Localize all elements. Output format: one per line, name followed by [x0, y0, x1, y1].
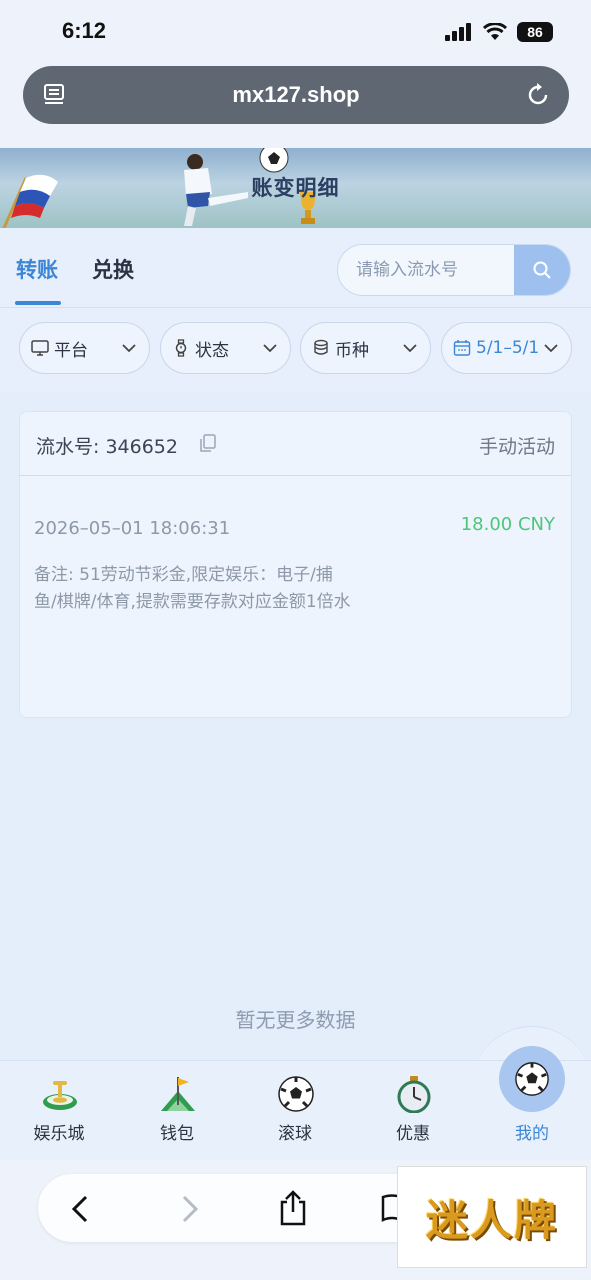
nav-item-wallet[interactable]: 钱包	[118, 1061, 236, 1161]
search-icon	[533, 261, 551, 279]
url-text: mx127.shop	[232, 82, 360, 107]
back-icon[interactable]	[70, 1194, 90, 1224]
transaction-amount: 18.00 CNY	[460, 514, 555, 535]
nav-item-promotions[interactable]: 优惠	[354, 1061, 472, 1161]
chevron-down-icon	[544, 344, 558, 353]
nav-label-live: 滚球	[278, 1124, 312, 1144]
casino-icon	[43, 1081, 77, 1110]
tab-active-indicator	[15, 301, 61, 305]
nav-item-live[interactable]: 滚球	[236, 1061, 354, 1161]
empty-state-text: 暂无更多数据	[235, 1008, 356, 1032]
nav-label-promotions: 优惠	[396, 1124, 430, 1144]
transaction-card: 流水号: 346652 手动活动 2026–05–01 18:06:31 18.…	[19, 411, 572, 718]
nav-item-casino[interactable]: 娱乐城	[0, 1061, 118, 1161]
nav-label-profile: 我的	[515, 1124, 549, 1144]
serial-number: 流水号: 346652	[36, 436, 178, 458]
status-bar: 6:12 86	[0, 0, 591, 62]
transaction-time: 2026–05–01 18:06:31	[34, 518, 231, 539]
search-box	[337, 244, 571, 296]
watermark-text: 迷人牌	[425, 1195, 558, 1245]
flag-icon	[161, 1077, 195, 1111]
browser-top-bar: mx127.shop	[0, 62, 591, 148]
wifi-icon	[483, 23, 507, 40]
filter-status-label: 状态	[195, 340, 229, 361]
activity-type: 手动活动	[478, 436, 555, 458]
watch-icon	[171, 338, 191, 358]
transaction-remark: 备注: 51劳动节彩金,限定娱乐：电子/捕鱼/棋牌/体育,提款需要存款对应金额1…	[34, 565, 351, 612]
tab-transfer[interactable]: 转账	[16, 254, 58, 284]
filter-currency-label: 币种	[335, 340, 369, 361]
card-header: 流水号: 346652 手动活动	[20, 412, 571, 476]
filter-platform[interactable]: 平台	[19, 322, 150, 374]
filter-date-range[interactable]: 5/1–5/1	[441, 322, 572, 374]
nav-active-indicator[interactable]	[499, 1046, 565, 1112]
monitor-icon	[30, 338, 50, 358]
status-time: 6:12	[62, 18, 107, 43]
filter-status[interactable]: 状态	[160, 322, 291, 374]
filter-date-label: 5/1–5/1	[476, 338, 540, 358]
reload-icon[interactable]	[525, 82, 551, 108]
chevron-down-icon	[122, 344, 136, 353]
address-bar[interactable]: mx127.shop	[23, 66, 569, 124]
forward-icon[interactable]	[180, 1194, 200, 1224]
coins-icon	[311, 338, 331, 358]
page-banner: 账变明细	[0, 148, 591, 228]
soccer-ball-icon	[515, 1062, 549, 1096]
stopwatch-icon	[397, 1076, 431, 1113]
signal-icon	[445, 23, 471, 41]
search-input[interactable]	[338, 245, 516, 295]
nav-label-wallet: 钱包	[160, 1124, 194, 1144]
battery-indicator: 86	[517, 22, 553, 42]
tab-exchange[interactable]: 兑换	[92, 254, 134, 284]
share-icon[interactable]	[278, 1190, 308, 1226]
status-icons: 86	[445, 22, 553, 42]
filter-currency[interactable]: 币种	[300, 322, 431, 374]
search-button[interactable]	[514, 245, 570, 295]
copy-icon[interactable]	[198, 433, 218, 453]
calendar-icon	[452, 338, 472, 358]
nav-label-casino: 娱乐城	[33, 1124, 85, 1144]
watermark-logo: 迷人牌	[397, 1166, 587, 1268]
tabs-row: 转账 兑换	[0, 228, 591, 308]
chevron-down-icon	[263, 344, 277, 353]
page-title: 账变明细	[251, 176, 340, 200]
page-menu-icon[interactable]	[43, 83, 67, 107]
filter-platform-label: 平台	[54, 340, 88, 361]
chevron-down-icon	[403, 344, 417, 353]
soccer-ball-icon	[278, 1076, 314, 1112]
filter-bar: 平台 状态 币种 5/1–5/1	[0, 308, 591, 392]
